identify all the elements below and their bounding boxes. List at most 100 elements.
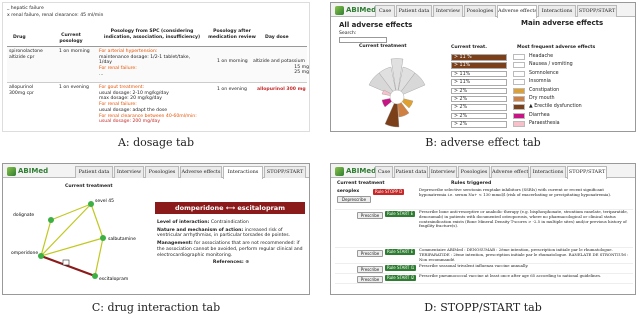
search-label: Search: [339, 31, 357, 36]
hepatic-failure-option[interactable]: _ hepatic failure [7, 6, 44, 12]
frequency-bar: > 2% [451, 87, 507, 95]
tab-posologies[interactable]: Posologies [458, 166, 490, 178]
interaction-details: Level of interaction: Contraindication N… [157, 220, 305, 266]
graph-node-label: escitalopram [99, 276, 128, 282]
tab-adverse-effects[interactable]: Adverse effects [180, 166, 222, 178]
list-item[interactable]: > 11 % Headache [451, 53, 631, 61]
graph-edge [90, 203, 104, 239]
current-posology: 1 on evening [59, 85, 89, 90]
graph-node[interactable] [88, 201, 94, 207]
panel-stopp-start-tab: ABIMed Case Patient data Interview Posol… [330, 163, 636, 295]
rule-badge[interactable]: Rule START E [385, 249, 416, 255]
graph-node[interactable] [100, 235, 106, 241]
list-item[interactable]: > 11% Somnolence [451, 70, 631, 78]
after-review-posology[interactable]: 1 on morning [217, 59, 248, 65]
column-frequent-effects: Most frequent adverse effects [517, 45, 596, 50]
rules-list: seroplex Deprescribe Rule STOPP D Deprescri… [335, 188, 633, 284]
day-dose-line: 25 mg [294, 70, 309, 76]
tab-stopp-start[interactable]: STOPP/START [264, 166, 306, 178]
graph-edge [94, 237, 104, 277]
prescribe-button[interactable]: Prescribe [357, 266, 383, 273]
frequency-bar: > 2% [451, 112, 507, 120]
tab-interactions[interactable]: Interactions [530, 166, 566, 178]
interaction-graph[interactable]: dolignate sevel 45 salbutamine omperidon… [11, 190, 151, 294]
renal-checkbox[interactable]: x [7, 13, 10, 18]
tab-interactions[interactable]: Interactions [538, 5, 576, 17]
list-item[interactable]: > 2% Dry mouth [451, 95, 631, 103]
search-input[interactable] [339, 37, 387, 43]
caption-a: A: dosage tab [117, 136, 195, 149]
rule-row: Prescribe Rule START I2 Prescribe pneumoco… [335, 274, 633, 284]
spc-posology: For gout treatment: usual dosage: 2-10 m… [99, 85, 209, 125]
tab-interview[interactable]: Interview [114, 166, 144, 178]
graph-edge-contraindication[interactable] [40, 254, 96, 278]
abimed-logo-text: ABIMed [346, 6, 377, 14]
list-item[interactable]: > 11% Insomnia [451, 78, 631, 86]
tab-adverse-effects[interactable]: Adverse effects [491, 166, 529, 178]
graph-node-label: dolignate [13, 212, 34, 218]
deprescribe-button[interactable]: Deprescribe [337, 196, 371, 203]
graph-node[interactable] [92, 273, 98, 279]
rule-badge[interactable]: Rule START I2 [385, 275, 417, 281]
references-label: References: [212, 260, 244, 266]
effect-color-swatch [513, 112, 525, 119]
tab-bar: ABIMed Case Patient data Interview Posol… [331, 164, 635, 179]
tab-posologies[interactable]: Posologies [464, 5, 496, 17]
tab-posologies[interactable]: Posologies [145, 166, 179, 178]
graph-node[interactable] [38, 253, 44, 259]
prescribe-button[interactable]: Prescribe [357, 212, 383, 219]
tab-case[interactable]: Case [375, 166, 393, 178]
tab-interview[interactable]: Interview [429, 166, 457, 178]
effect-name: Constipation [529, 87, 560, 93]
spc-line: usual dosage: 200 mg/day [99, 119, 161, 125]
tab-interview[interactable]: Interview [433, 5, 463, 17]
abimed-logo-icon [7, 166, 16, 176]
all-adverse-effects-title: All adverse effects [339, 21, 413, 29]
prescribe-button[interactable]: Prescribe [357, 276, 383, 283]
tab-patient-data[interactable]: Patient data [396, 5, 432, 17]
effect-color-swatch [513, 70, 525, 77]
renal-failure-option[interactable]: x renal failure, renal clearance: 45 ml/… [7, 13, 103, 19]
after-review-posology[interactable]: 1 on evening [217, 87, 247, 93]
tab-interactions[interactable]: Interactions [223, 166, 263, 179]
management-label: Management: [157, 241, 193, 247]
nature-label: Nature and mechanism of action: [157, 227, 244, 233]
tab-bar: ABIMed Case Patient data Interview Posol… [331, 3, 635, 18]
tab-case[interactable]: Case [375, 5, 395, 17]
current-treatment-label: Current treatment [65, 184, 113, 189]
adverse-effect-radial-chart[interactable] [361, 53, 433, 129]
current-posology: 1 on morning [59, 49, 90, 54]
tab-adverse-effects[interactable]: Adverse effects [497, 5, 537, 18]
drug-name: allopurinol 300mg cpr [9, 85, 34, 96]
list-item[interactable]: > 2% Paraesthesia [451, 120, 631, 128]
graph-node-label: salbutamine [108, 236, 136, 242]
list-item[interactable]: > 11% Nausea / vomiting [451, 61, 631, 69]
rule-badge[interactable]: Rule START I1 [385, 265, 417, 271]
spc-posology: For arterial hypertension: maintenance d… [99, 49, 204, 78]
abimed-logo: ABIMed [7, 166, 48, 176]
rule-badge[interactable]: Rule STOPP D [373, 189, 405, 195]
rule-row: Prescribe Rule START E Prescribe bone anti… [335, 210, 633, 248]
abimed-logo: ABIMed [335, 166, 376, 176]
graph-node[interactable] [48, 217, 54, 223]
rule-badge[interactable]: Rule START E [385, 211, 416, 217]
tab-stopp-start[interactable]: STOPP/START [567, 166, 607, 179]
list-item[interactable]: > 2% ▲ Erectile dysfunction [451, 103, 631, 111]
references-expand-icon[interactable]: ⊕ [245, 260, 249, 265]
frequency-bar: > 2% [451, 121, 507, 128]
day-dose: allopurinol 300 mg [257, 87, 306, 92]
rule-text: Prescribe seasonal trivalent influenza v… [419, 264, 529, 268]
prescribe-button[interactable]: Prescribe [357, 250, 383, 257]
graph-edge [50, 203, 92, 221]
tab-patient-data[interactable]: Patient data [75, 166, 113, 178]
tab-patient-data[interactable]: Patient data [394, 166, 428, 178]
list-item[interactable]: > 2% Diarrhea [451, 112, 631, 120]
interaction-marker[interactable] [62, 259, 70, 266]
list-item[interactable]: > 2% Constipation [451, 87, 631, 95]
spc-line: ... [99, 71, 104, 77]
tab-stopp-start[interactable]: STOPP/START [577, 5, 617, 17]
rule-text: Prescribe bone anti-resorptive or anabol… [419, 210, 628, 229]
rule-row: seroplex Deprescribe Rule STOPP D Deprescri… [335, 188, 633, 210]
abimed-logo-text: ABIMed [18, 167, 49, 175]
panel-dosage-tab: _ hepatic failure x renal failure, renal… [2, 2, 310, 132]
